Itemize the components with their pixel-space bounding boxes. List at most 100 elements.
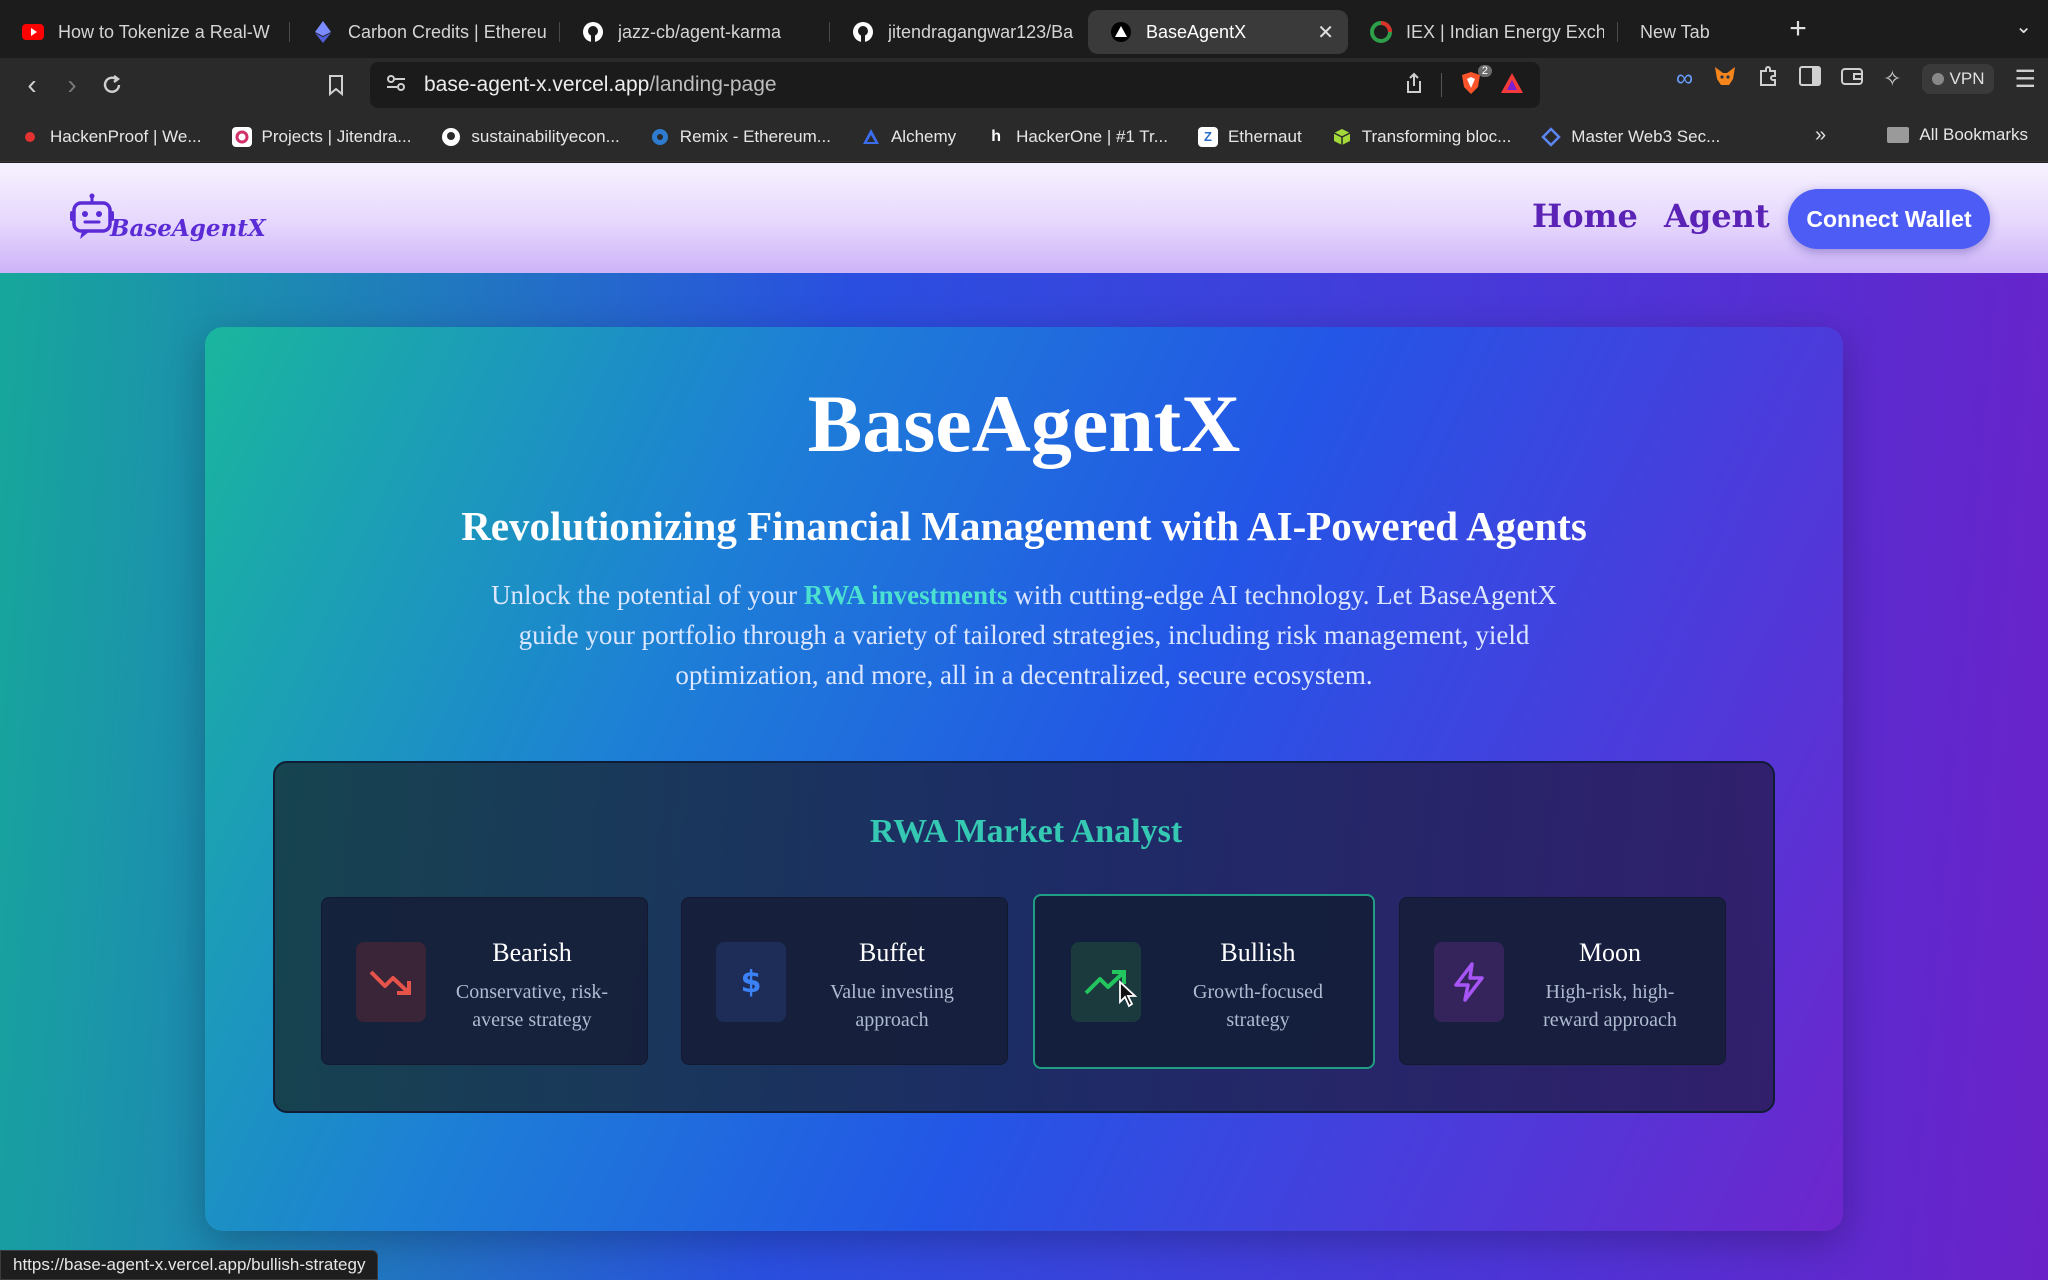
- hero-card: BaseAgentX Revolutionizing Financial Man…: [205, 327, 1843, 1231]
- tab-jitendra-repo[interactable]: jitendragangwar123/Base: [830, 10, 1088, 54]
- menu-hamburger-icon[interactable]: ☰: [2014, 65, 2036, 94]
- all-bookmarks-button[interactable]: All Bookmarks: [1887, 125, 2028, 145]
- mouse-pointer-icon: [1118, 979, 1138, 1013]
- hero-subtitle: Revolutionizing Financial Management wit…: [461, 503, 1587, 549]
- tab-tokenize[interactable]: How to Tokenize a Real-W: [0, 10, 290, 54]
- bookmark-projects-jitendra[interactable]: Projects | Jitendra...: [231, 126, 411, 147]
- site-logo[interactable]: BaseAgentX: [68, 193, 266, 246]
- bookmark-hackenproof[interactable]: HackenProof | We...: [20, 127, 202, 147]
- strategy-card-buffet[interactable]: $ Buffet Value investing approach: [681, 897, 1008, 1065]
- all-bookmarks-label: All Bookmarks: [1919, 125, 2028, 144]
- bookmark-icon[interactable]: [316, 65, 356, 105]
- alchemy-icon: [861, 127, 881, 147]
- bookmark-alchemy[interactable]: Alchemy: [861, 127, 956, 147]
- hero-desc-text: Unlock the potential of your: [491, 580, 804, 610]
- tab-list-chevron-icon[interactable]: ⌄: [2015, 14, 2032, 39]
- bookmark-master-web3[interactable]: Master Web3 Sec...: [1541, 127, 1720, 147]
- strategy-title: Bearish: [492, 938, 572, 967]
- wallet-icon[interactable]: [1841, 66, 1864, 92]
- sidebar-toggle-icon[interactable]: [1799, 66, 1822, 92]
- reload-icon[interactable]: [92, 65, 132, 105]
- site-settings-icon[interactable]: [386, 74, 406, 97]
- tab-title: jazz-cb/agent-karma: [618, 21, 782, 42]
- status-bar-url: https://base-agent-x.vercel.app/bullish-…: [0, 1250, 379, 1280]
- nav-home-link[interactable]: Home: [1532, 197, 1638, 235]
- tab-baseagentx[interactable]: BaseAgentX ✕: [1088, 10, 1348, 54]
- strategy-card-moon[interactable]: Moon High-risk, high-reward approach: [1399, 897, 1726, 1065]
- rwa-investments-highlight: RWA investments: [803, 580, 1008, 610]
- hackenproof-icon: [20, 127, 40, 147]
- forward-arrow-icon[interactable]: ›: [52, 65, 92, 105]
- rwa-market-analyst-panel: RWA Market Analyst Bearish Conservative,…: [273, 761, 1775, 1113]
- bookmarks-bar: HackenProof | We... Projects | Jitendra.…: [0, 112, 2048, 162]
- github-icon: [582, 21, 604, 43]
- strategy-description: Conservative, risk-averse strategy: [455, 981, 609, 1031]
- new-tab-plus-icon[interactable]: +: [1778, 9, 1818, 49]
- strategy-description: Growth-focused strategy: [1193, 981, 1323, 1031]
- extensions-puzzle-icon[interactable]: [1757, 65, 1779, 93]
- strategy-card-bullish[interactable]: Bullish Growth-focused strategy: [1033, 894, 1375, 1069]
- url-path: /landing-page: [649, 73, 777, 96]
- brave-shields-icon[interactable]: 2: [1460, 64, 1492, 100]
- bookmark-label: HackerOne | #1 Tr...: [1016, 126, 1168, 146]
- nav-agent-link[interactable]: Agent: [1664, 197, 1770, 235]
- robot-icon: [68, 193, 116, 246]
- iex-icon: [1370, 21, 1392, 43]
- folder-icon: [1887, 127, 1910, 143]
- ethereum-icon: [312, 21, 334, 43]
- brave-badge-count: 2: [1477, 64, 1492, 77]
- logo-text: BaseAgentX: [110, 215, 266, 242]
- url-domain: base-agent-x.vercel.app: [424, 73, 650, 96]
- bookmark-hackerone[interactable]: h HackerOne | #1 Tr...: [986, 127, 1168, 147]
- tab-carbon-credits[interactable]: Carbon Credits | Ethereu: [290, 10, 560, 54]
- bookmark-label: HackenProof | We...: [50, 126, 202, 146]
- lightning-icon: [1434, 942, 1504, 1022]
- bookmark-transforming[interactable]: Transforming bloc...: [1332, 127, 1511, 147]
- metamask-icon[interactable]: [1713, 65, 1737, 93]
- infinity-extension-icon[interactable]: ∞: [1676, 65, 1693, 93]
- bookmark-label: Remix - Ethereum...: [679, 126, 831, 146]
- hackerone-icon: h: [991, 127, 1002, 145]
- strategy-description: High-risk, high-reward approach: [1543, 981, 1677, 1031]
- connect-wallet-button[interactable]: Connect Wallet: [1788, 189, 1990, 249]
- tab-title: How to Tokenize a Real-W: [58, 21, 270, 42]
- tab-iex[interactable]: IEX | Indian Energy Excha: [1348, 10, 1618, 54]
- strategy-title: Bullish: [1220, 938, 1296, 967]
- browser-toolbar: ‹ › base-agent-x.vercel.app/landing-page…: [0, 58, 2048, 112]
- back-arrow-icon[interactable]: ‹: [12, 65, 52, 105]
- trending-down-icon: [356, 942, 426, 1022]
- share-icon[interactable]: [1405, 72, 1423, 99]
- vercel-icon: [1110, 21, 1132, 43]
- strategy-title: Buffet: [859, 938, 925, 967]
- bookmark-ethernaut[interactable]: Z Ethernaut: [1197, 126, 1302, 147]
- site-header: BaseAgentX Home Agent Connect Wallet: [0, 163, 2048, 273]
- tab-new[interactable]: New Tab: [1618, 10, 1768, 54]
- youtube-icon: [22, 21, 44, 43]
- bookmark-label: Master Web3 Sec...: [1571, 126, 1721, 146]
- close-tab-icon[interactable]: ✕: [1307, 20, 1334, 45]
- bookmark-sustainability[interactable]: sustainabilityecon...: [441, 127, 620, 147]
- more-bookmarks-chevron-icon[interactable]: »: [1815, 124, 1826, 147]
- tab-title: Carbon Credits | Ethereu: [348, 21, 546, 42]
- github-icon: [852, 21, 874, 43]
- hero-title: BaseAgentX: [807, 378, 1241, 469]
- hero-description: Unlock the potential of your RWA investm…: [463, 575, 1585, 695]
- vpn-button[interactable]: VPN: [1921, 64, 1995, 94]
- tab-agent-karma[interactable]: jazz-cb/agent-karma: [560, 10, 830, 54]
- tab-title: BaseAgentX: [1146, 21, 1247, 42]
- bookmark-label: Ethernaut: [1227, 126, 1302, 146]
- ethernaut-icon: Z: [1197, 126, 1218, 147]
- brave-rewards-icon[interactable]: [1500, 72, 1524, 99]
- page-viewport: BaseAgentX Home Agent Connect Wallet Bas…: [0, 163, 2048, 1280]
- url-text: base-agent-x.vercel.app/landing-page: [424, 73, 777, 97]
- tab-title: IEX | Indian Energy Excha: [1406, 21, 1604, 42]
- remix-icon: [650, 127, 670, 147]
- leo-ai-sparkle-icon[interactable]: ✧: [1883, 66, 1901, 92]
- bookmark-label: Alchemy: [890, 126, 957, 146]
- cube-icon: [1332, 127, 1352, 147]
- address-bar[interactable]: base-agent-x.vercel.app/landing-page 2: [370, 62, 1540, 108]
- strategy-title: Moon: [1578, 938, 1642, 967]
- bookmark-remix[interactable]: Remix - Ethereum...: [650, 127, 831, 147]
- tab-title: New Tab: [1640, 21, 1710, 42]
- strategy-card-bearish[interactable]: Bearish Conservative, risk-averse strate…: [321, 897, 648, 1065]
